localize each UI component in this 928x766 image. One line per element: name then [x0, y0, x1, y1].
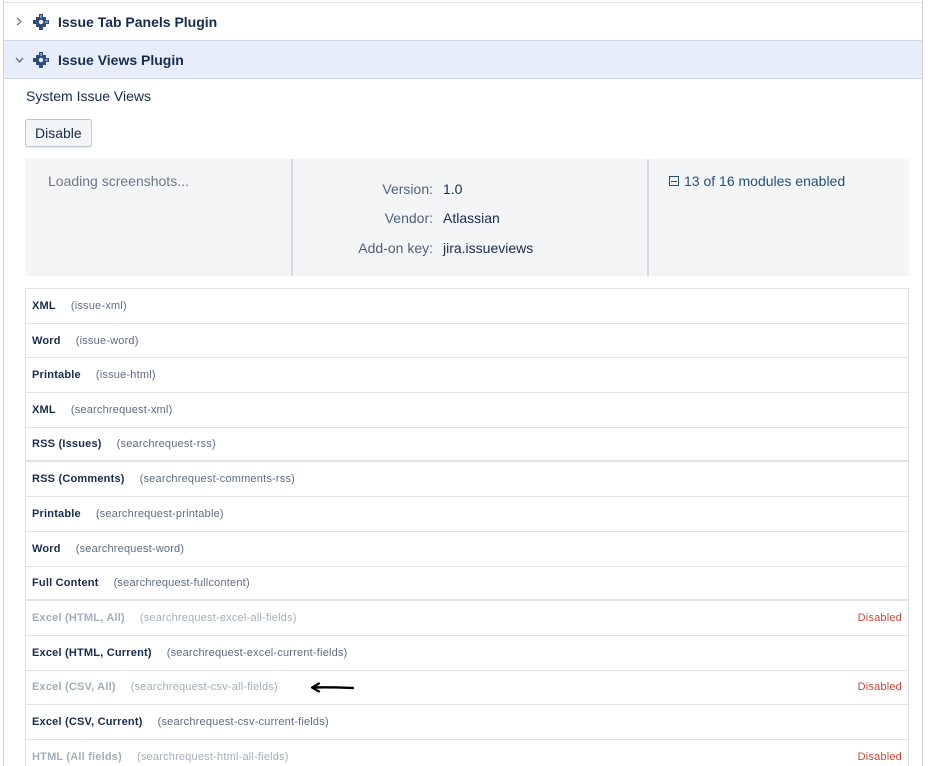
- module-row: XML (issue-xml): [26, 289, 908, 324]
- module-name: XML: [32, 299, 56, 312]
- metadata-column: Version: 1.0 Vendor: Atlassian Add-on ke…: [291, 159, 647, 276]
- plugin-puzzle-icon: [32, 51, 50, 69]
- plugin-name[interactable]: Issue Tab Panels Plugin: [58, 14, 217, 30]
- addon-key-field: Add-on key: jira.issueviews: [293, 240, 649, 262]
- module-row-disabled: Excel (CSV, All) (searchrequest-csv-all-…: [26, 671, 908, 706]
- module-name: XML: [32, 403, 56, 416]
- field-value: 1.0: [443, 181, 463, 197]
- module-key: (searchrequest-printable): [95, 507, 224, 520]
- chevron-right-icon[interactable]: [14, 17, 24, 26]
- module-name: Full Content: [32, 576, 99, 589]
- chevron-down-icon[interactable]: [14, 57, 24, 63]
- module-name: Excel (HTML, All): [32, 612, 125, 625]
- screenshots-column: Loading screenshots...: [25, 159, 291, 276]
- module-key: (searchrequest-excel-all-fields): [139, 612, 297, 625]
- plugin-name[interactable]: Issue Views Plugin: [58, 52, 184, 68]
- module-key: (searchrequest-csv-all-fields): [130, 681, 278, 694]
- modules-column: 13 of 16 modules enabled: [647, 159, 909, 276]
- module-key: (searchrequest-html-all-fields): [136, 750, 289, 763]
- module-row: Printable (issue-html): [26, 358, 908, 394]
- module-name: Word: [32, 334, 61, 347]
- field-value: Atlassian: [443, 210, 500, 226]
- modules-toggle-link[interactable]: 13 of 16 modules enabled: [669, 173, 845, 189]
- module-name: Printable: [32, 369, 81, 382]
- field-label: Add-on key:: [358, 240, 433, 256]
- module-row: Full Content (searchrequest-fullcontent): [26, 567, 908, 602]
- module-key: (issue-xml): [70, 299, 127, 312]
- module-row: Excel (HTML, Current) (searchrequest-exc…: [26, 636, 908, 671]
- module-row-disabled: HTML (All fields) (searchrequest-html-al…: [26, 740, 908, 766]
- module-row: Word (searchrequest-word): [26, 532, 908, 567]
- modules-list: XML (issue-xml) Word (issue-word) Printa…: [25, 288, 909, 766]
- annotation-arrow-icon: [310, 681, 354, 693]
- collapse-minus-icon: [669, 176, 679, 186]
- module-row: Printable (searchrequest-printable): [26, 497, 908, 532]
- module-name: Excel (CSV, All): [32, 681, 116, 694]
- module-key: (searchrequest-word): [75, 542, 185, 555]
- module-key: (searchrequest-csv-current-fields): [157, 716, 329, 729]
- module-name: RSS (Issues): [32, 438, 102, 451]
- module-status-disabled: Disabled: [857, 681, 902, 694]
- module-key: (searchrequest-fullcontent): [113, 576, 250, 589]
- plugin-row-issue-views[interactable]: Issue Views Plugin: [4, 40, 922, 79]
- module-row: XML (searchrequest-xml): [26, 393, 908, 428]
- module-key: (issue-word): [75, 334, 139, 347]
- module-key: (searchrequest-excel-current-fields): [166, 646, 348, 659]
- module-name: RSS (Comments): [32, 473, 125, 486]
- plugin-row-issue-tab-panels[interactable]: Issue Tab Panels Plugin: [4, 2, 922, 41]
- modules-link-text[interactable]: 13 of 16 modules enabled: [684, 173, 845, 189]
- disable-button[interactable]: Disable: [25, 119, 92, 147]
- module-key: (searchrequest-xml): [70, 403, 173, 416]
- vendor-field: Vendor: Atlassian: [293, 210, 649, 232]
- plugin-info-panel: Loading screenshots... Version: 1.0 Vend…: [25, 159, 909, 276]
- module-key: (searchrequest-rss): [116, 438, 216, 451]
- module-name: Excel (HTML, Current): [32, 646, 152, 659]
- plugin-description: System Issue Views: [26, 88, 152, 104]
- field-label: Version:: [382, 181, 433, 197]
- module-row-disabled: Excel (HTML, All) (searchrequest-excel-a…: [26, 601, 908, 636]
- module-row: Excel (CSV, Current) (searchrequest-csv-…: [26, 705, 908, 740]
- module-name: Printable: [32, 507, 81, 520]
- plugin-puzzle-icon: [32, 13, 50, 31]
- module-row: Word (issue-word): [26, 324, 908, 359]
- module-name: Excel (CSV, Current): [32, 716, 143, 729]
- module-status-disabled: Disabled: [857, 750, 902, 763]
- module-row: RSS (Comments) (searchrequest-comments-r…: [26, 462, 908, 498]
- module-key: (searchrequest-comments-rss): [139, 473, 296, 486]
- version-field: Version: 1.0: [293, 181, 649, 203]
- field-value: jira.issueviews: [443, 240, 534, 256]
- module-status-disabled: Disabled: [857, 612, 902, 625]
- screenshots-loading-text: Loading screenshots...: [48, 173, 189, 189]
- module-row: RSS (Issues) (searchrequest-rss): [26, 428, 908, 463]
- module-name: Word: [32, 542, 61, 555]
- module-name: HTML (All fields): [32, 750, 122, 763]
- module-key: (issue-html): [95, 369, 156, 382]
- field-label: Vendor:: [384, 210, 433, 226]
